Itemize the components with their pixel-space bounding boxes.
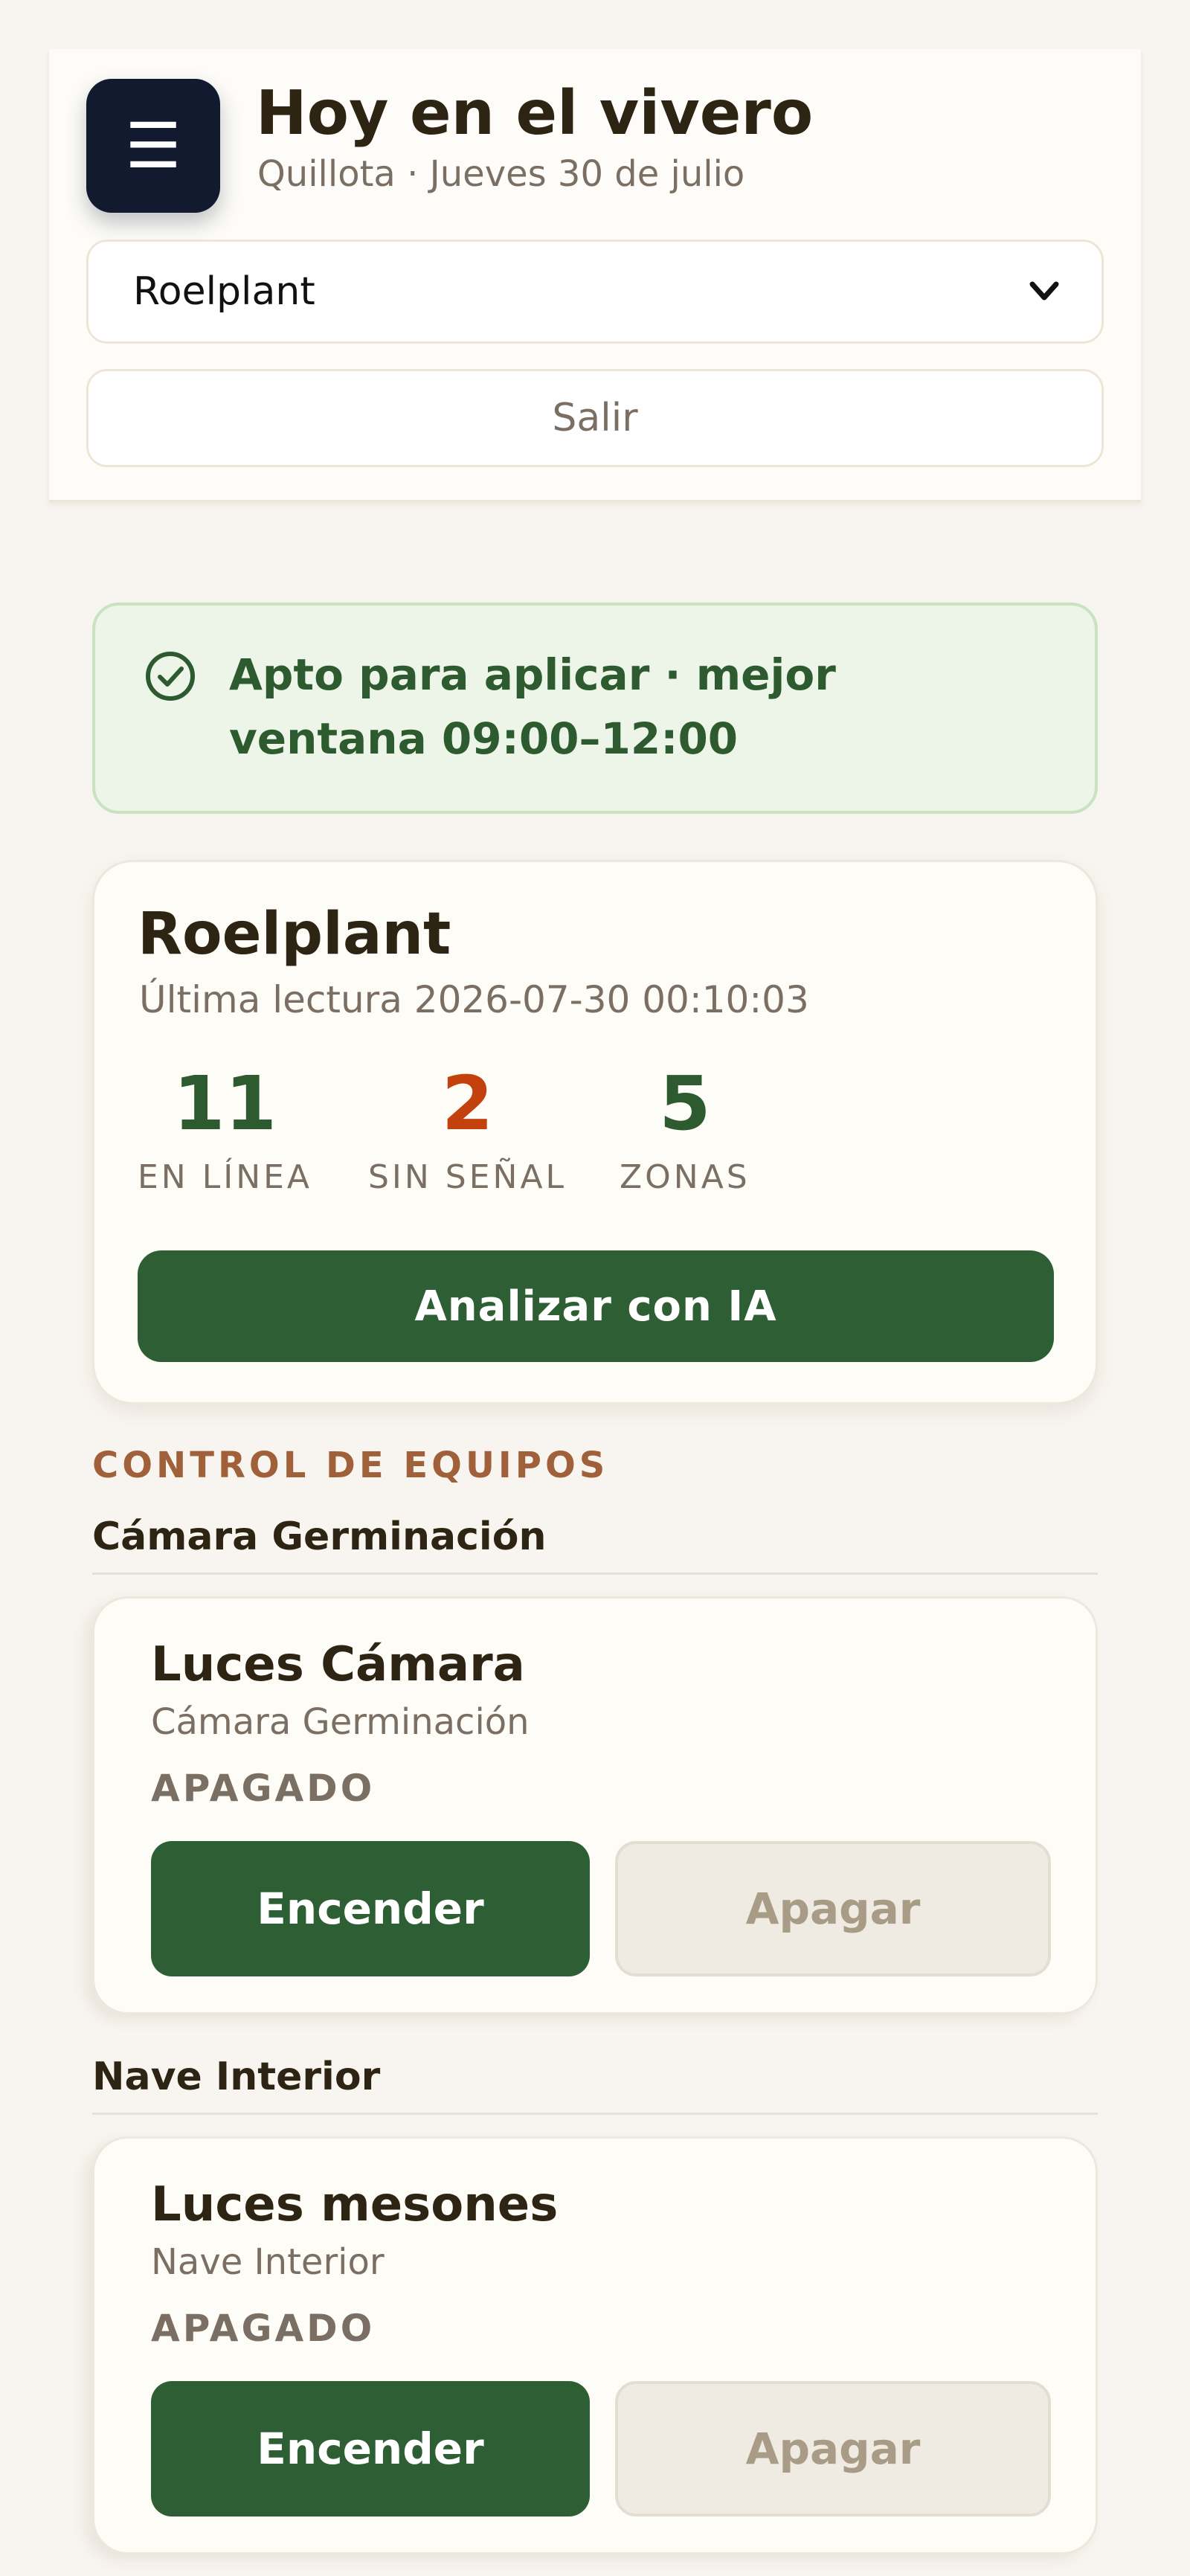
nursery-select[interactable]: Roelplant — [86, 240, 1104, 344]
device-state: APAGADO — [151, 2307, 376, 2350]
nursery-name: Roelplant — [138, 901, 451, 968]
zone-title: Cámara Germinación — [92, 1515, 547, 1559]
stat-no-signal-label: SIN SEÑAL — [368, 1158, 567, 1196]
page-subtitle: Quillota · Jueves 30 de julio — [257, 153, 745, 195]
logout-button[interactable]: Salir — [86, 369, 1104, 467]
zone-title: Nave Interior — [92, 2055, 381, 2099]
section-title: CONTROL DE EQUIPOS — [92, 1445, 609, 1486]
menu-button[interactable]: ☰ — [86, 79, 220, 213]
nursery-summary-card: Roelplant Última lectura 2026-07-30 00:1… — [92, 860, 1098, 1404]
chevron-down-icon — [1027, 274, 1061, 309]
device-name: Luces mesones — [151, 2177, 559, 2232]
alert-text: Apto para aplicar · mejor ventana 09:00–… — [229, 649, 836, 764]
stat-zones: 5 ZONAS — [620, 1060, 750, 1197]
analyze-ai-button[interactable]: Analizar con IA — [138, 1250, 1054, 1362]
zone-divider — [92, 1573, 1098, 1575]
nursery-select-value: Roelplant — [133, 269, 315, 314]
device-state: APAGADO — [151, 1767, 376, 1810]
stat-online: 11 EN LÍNEA — [138, 1060, 313, 1197]
turn-off-button[interactable]: Apagar — [615, 1841, 1051, 1976]
zone-divider — [92, 2113, 1098, 2115]
hamburger-menu-icon[interactable]: ☰ — [125, 109, 181, 182]
header: ☰ Hoy en el vivero Quillota · Jueves 30 … — [49, 49, 1141, 501]
stat-zones-value: 5 — [659, 1060, 711, 1147]
page-title: Hoy en el vivero — [256, 78, 814, 149]
device-zone: Nave Interior — [151, 2241, 385, 2283]
stat-no-signal: 2 SIN SEÑAL — [368, 1060, 567, 1197]
stat-online-label: EN LÍNEA — [138, 1158, 313, 1196]
device-card: Luces Cámara Cámara Germinación APAGADO … — [92, 1596, 1098, 2014]
device-card: Luces mesones Nave Interior APAGADO Ence… — [92, 2136, 1098, 2554]
stat-zones-label: ZONAS — [620, 1158, 750, 1196]
turn-on-button[interactable]: Encender — [151, 2381, 590, 2516]
last-reading: Última lectura 2026-07-30 00:10:03 — [139, 978, 809, 1021]
spray-alert: Apto para aplicar · mejor ventana 09:00–… — [92, 603, 1098, 814]
turn-off-button[interactable]: Apagar — [615, 2381, 1051, 2516]
check-circle-icon — [144, 650, 196, 702]
turn-on-button[interactable]: Encender — [151, 1841, 590, 1976]
stat-online-value: 11 — [173, 1060, 277, 1147]
stat-no-signal-value: 2 — [441, 1060, 494, 1147]
device-name: Luces Cámara — [151, 1637, 525, 1692]
device-zone: Cámara Germinación — [151, 1701, 530, 1743]
